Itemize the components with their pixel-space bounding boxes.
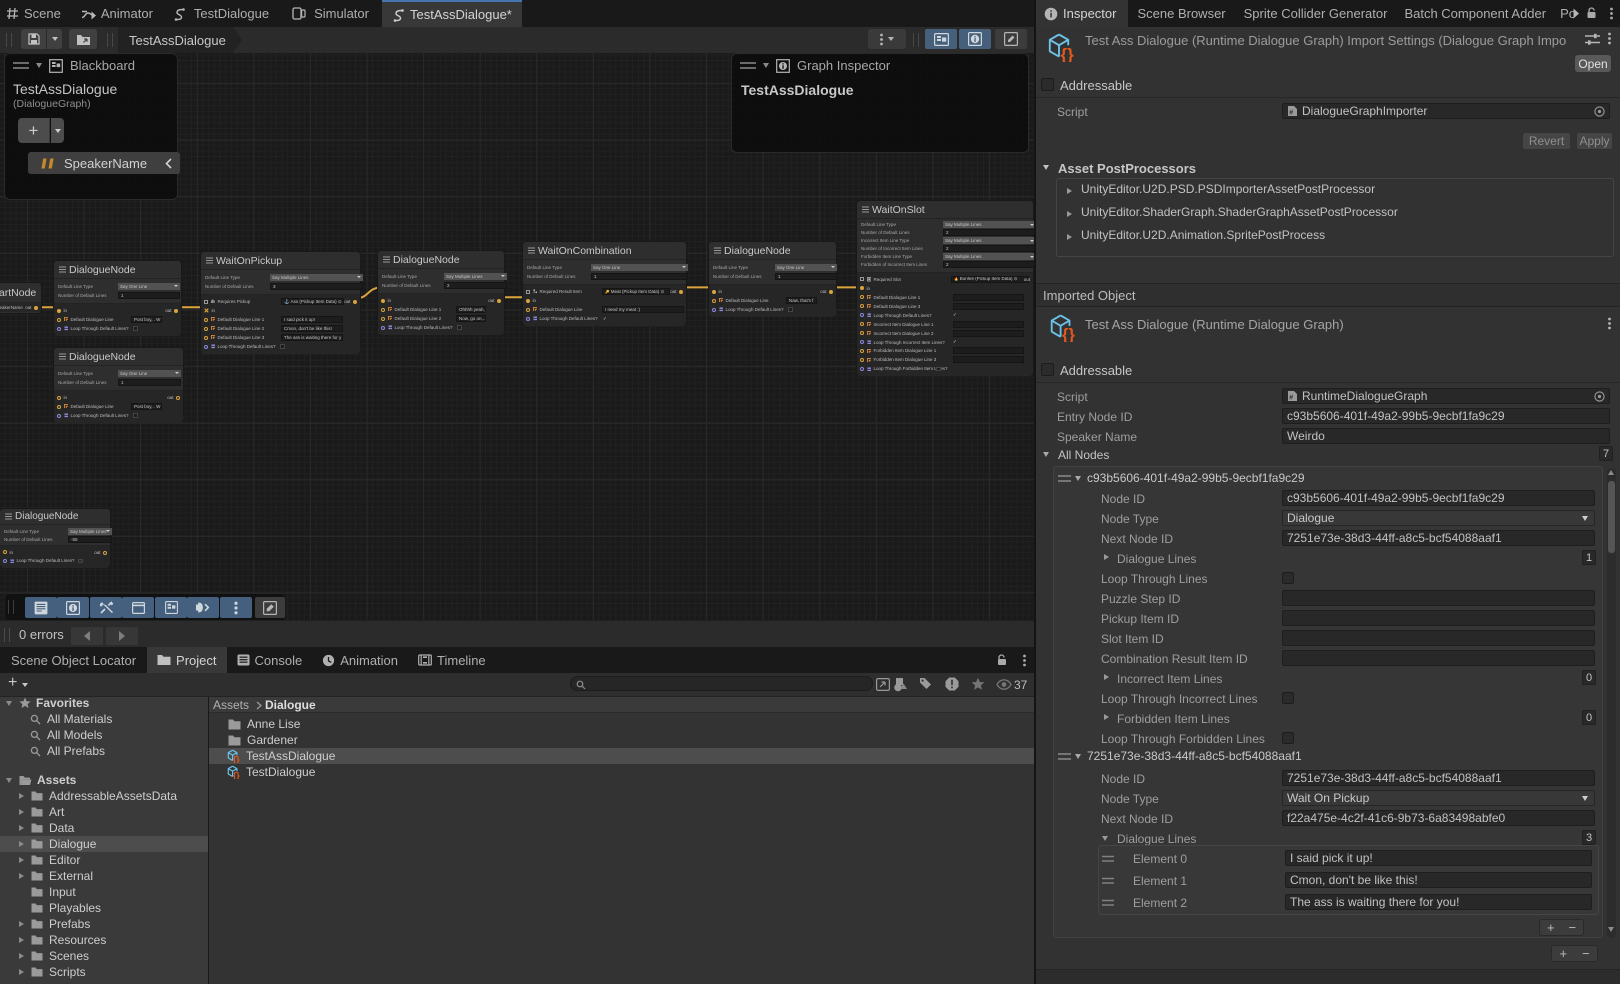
svg-text:#: # (1289, 110, 1293, 117)
svg-text:{}: {} (1061, 45, 1075, 62)
svg-text:{}: {} (233, 755, 240, 763)
svg-text:{}: {} (233, 771, 240, 779)
svg-text:{}: {} (1062, 326, 1075, 342)
svg-text:#: # (1289, 395, 1293, 402)
